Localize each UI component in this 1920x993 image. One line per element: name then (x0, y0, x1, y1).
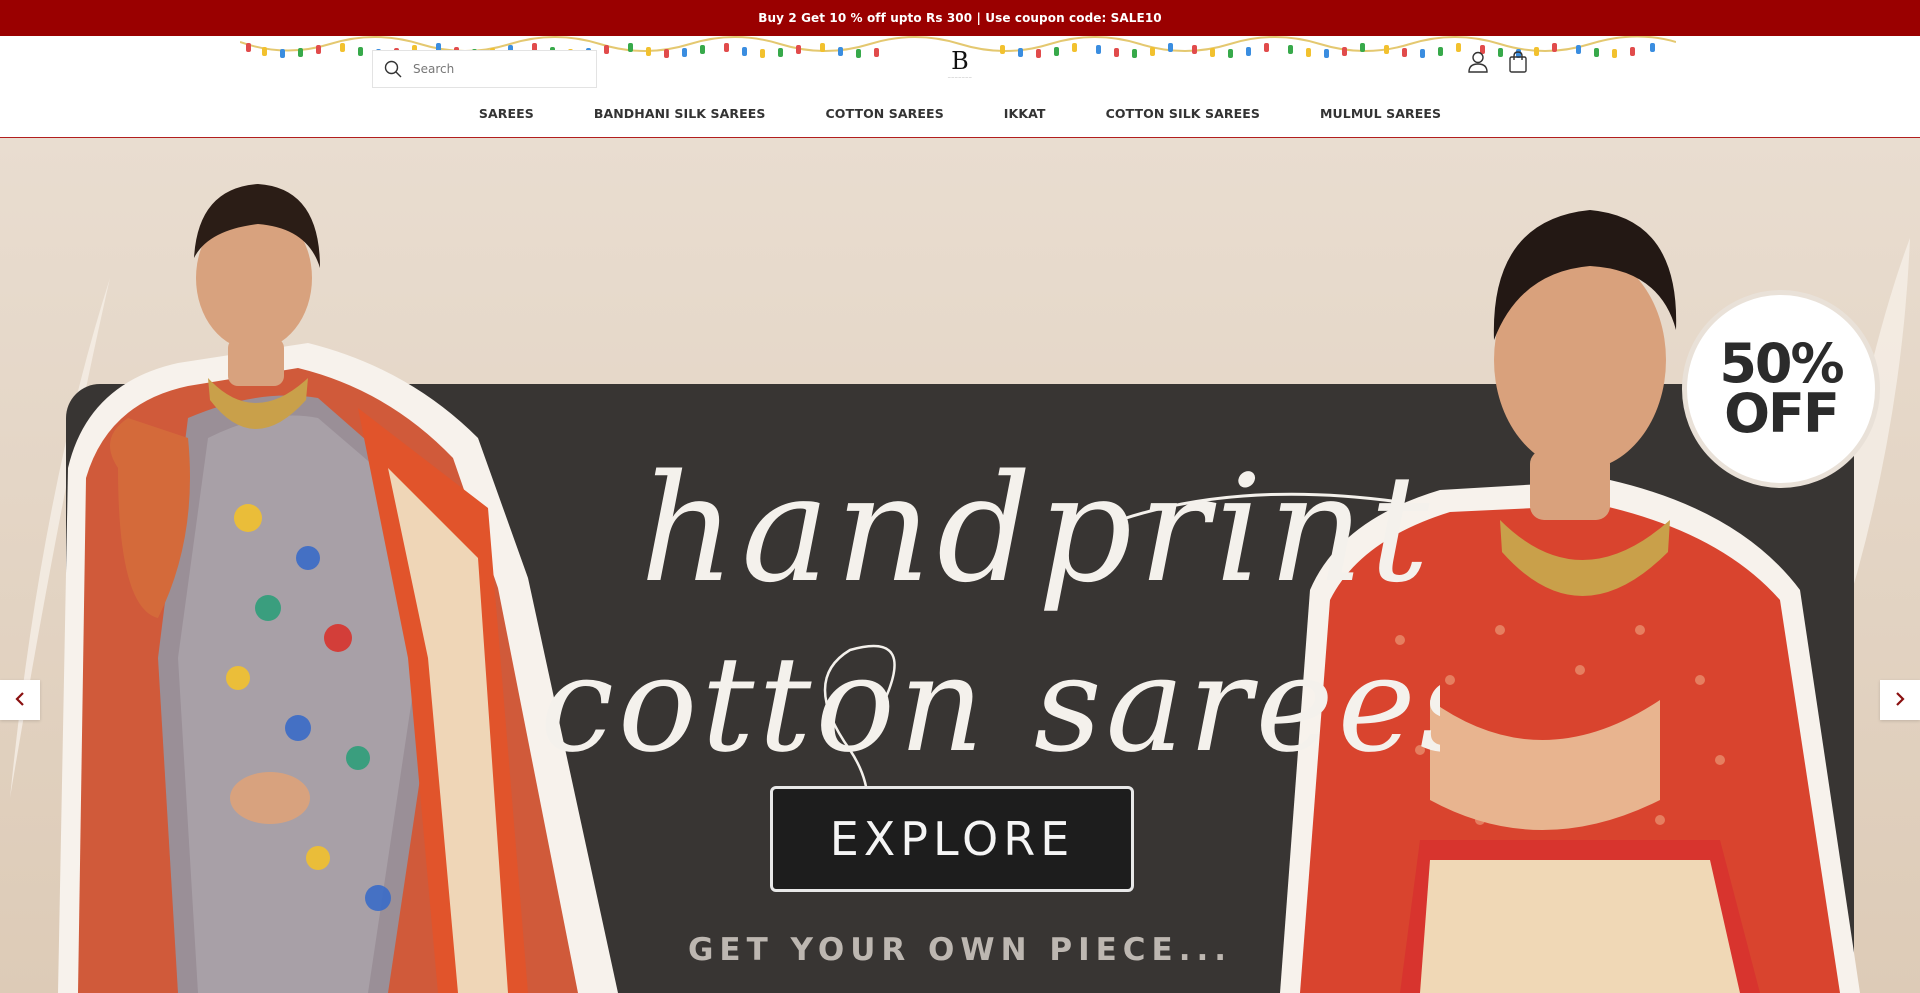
hero-banner[interactable]: handprint cotton sarees 50% OFF EXPLORE … (0, 138, 1920, 993)
hero-tagline: GET YOUR OWN PIECE... (660, 932, 1260, 968)
chevron-left-icon (14, 691, 26, 710)
explore-button-label: EXPLORE (829, 812, 1075, 866)
nav-item-mulmul-sarees[interactable]: MULMUL SAREES (1320, 102, 1441, 126)
hero-script-line1: handprint (640, 443, 1435, 615)
announcement-bar: Buy 2 Get 10 % off upto Rs 300 | Use cou… (0, 0, 1920, 36)
slider-prev-button[interactable] (0, 680, 40, 720)
announcement-text: Buy 2 Get 10 % off upto Rs 300 | Use cou… (758, 11, 1162, 25)
user-icon[interactable] (1466, 50, 1490, 74)
slider-next-button[interactable] (1880, 680, 1920, 720)
logo-tagline-graphic: ——————— (947, 75, 973, 79)
site-logo[interactable]: B ——————— (932, 48, 988, 88)
explore-button[interactable]: EXPLORE (770, 786, 1134, 892)
search-icon[interactable] (373, 50, 413, 88)
site-header: B ——————— SAREES BANDHANI SILK SAREES CO… (0, 36, 1920, 138)
discount-badge: 50% OFF (1682, 290, 1880, 488)
search-box[interactable] (372, 50, 597, 88)
header-actions (1466, 50, 1530, 74)
discount-badge-off: OFF (1724, 382, 1840, 445)
main-nav: SAREES BANDHANI SILK SAREES COTTON SAREE… (0, 102, 1920, 126)
logo-mark: B (951, 47, 969, 75)
nav-item-ikkat[interactable]: IKKAT (1004, 102, 1046, 126)
nav-item-bandhani-silk-sarees[interactable]: BANDHANI SILK SAREES (594, 102, 766, 126)
nav-item-cotton-sarees[interactable]: COTTON SAREES (826, 102, 944, 126)
nav-item-sarees[interactable]: SAREES (479, 102, 534, 126)
chevron-right-icon (1894, 691, 1906, 710)
search-input[interactable] (413, 62, 583, 76)
hero-script-line2: cotton sarees (540, 628, 1440, 782)
hero-tagline-text: GET YOUR OWN PIECE... (687, 932, 1233, 968)
shopping-bag-icon[interactable] (1506, 50, 1530, 74)
nav-item-cotton-silk-sarees[interactable]: COTTON SILK SAREES (1106, 102, 1260, 126)
